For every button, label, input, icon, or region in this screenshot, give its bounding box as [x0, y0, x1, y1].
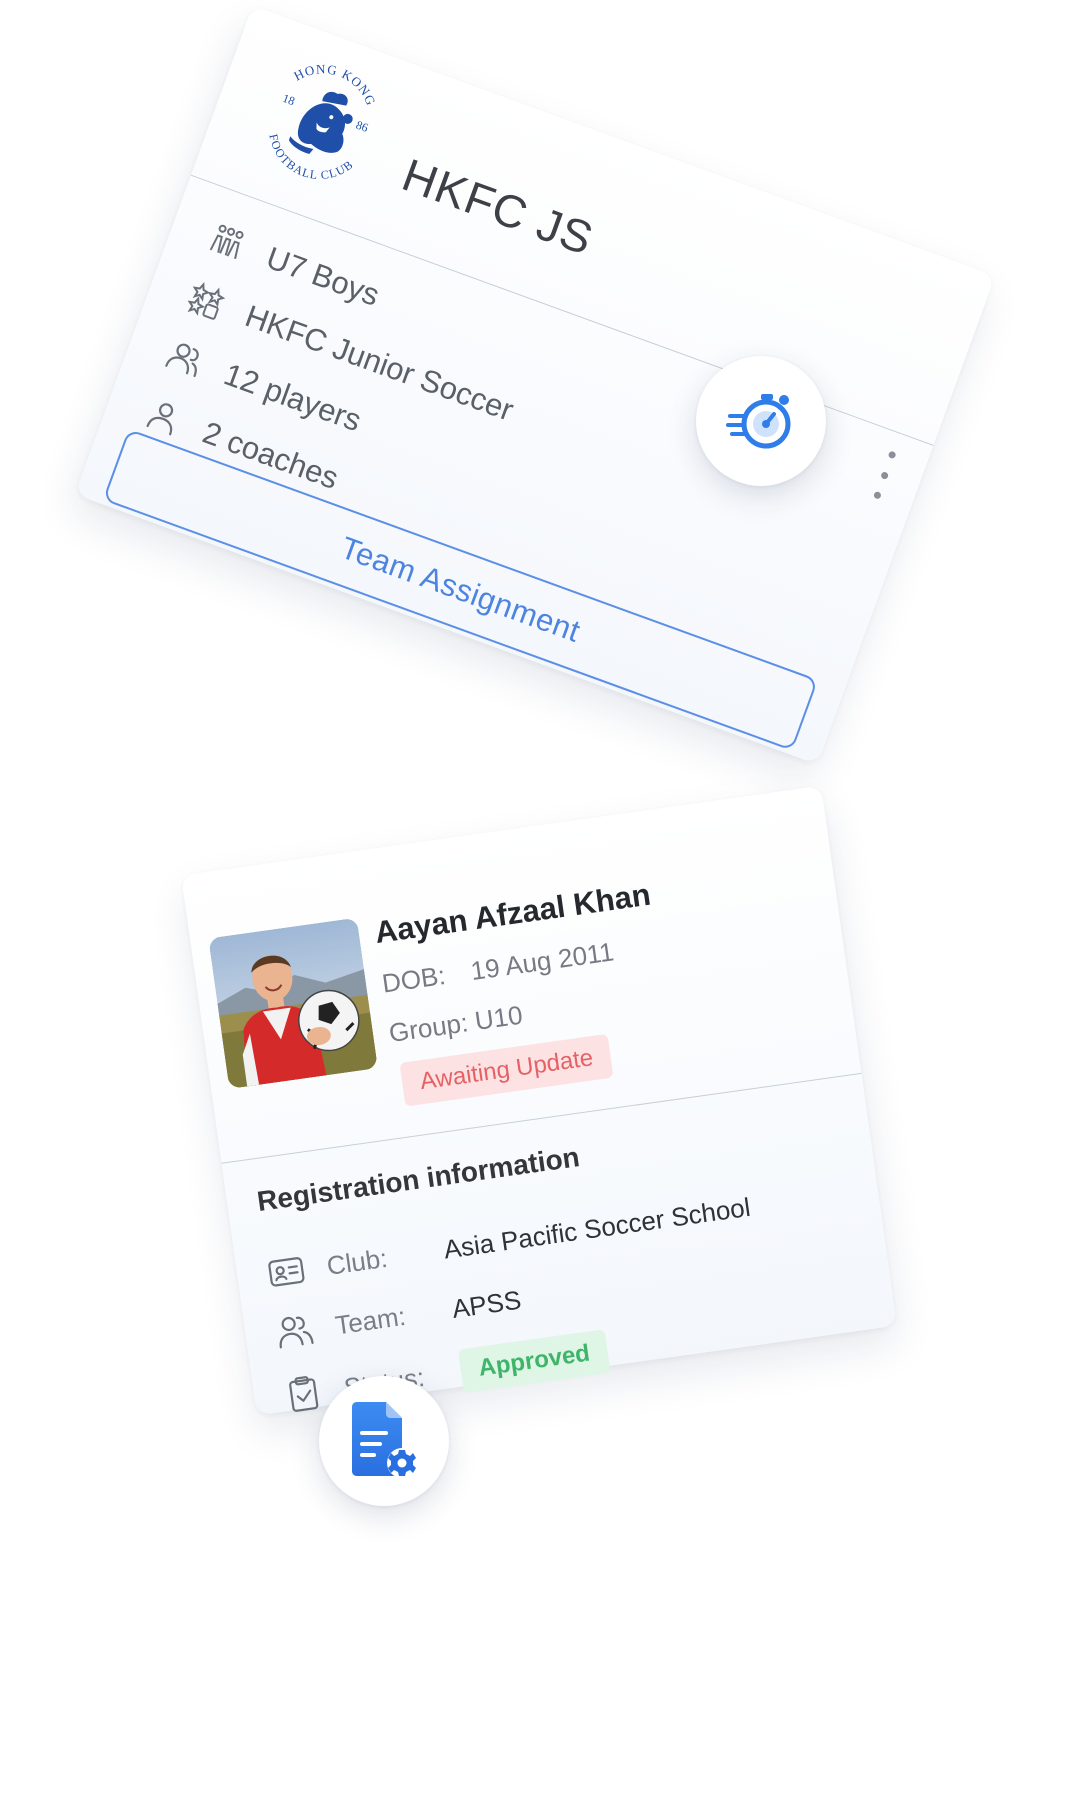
lion-crest-icon	[288, 91, 353, 154]
registration-team-row: Team: APSS	[273, 1281, 523, 1353]
children-icon	[209, 224, 244, 260]
player-dob: DOB: 19 Aug 2011	[380, 936, 616, 999]
document-badge[interactable]	[319, 1376, 449, 1506]
player-photo	[208, 917, 378, 1089]
clipboard-check-icon	[289, 1376, 319, 1412]
dob-value: 19 Aug 2011	[468, 936, 616, 987]
player-card[interactable]: Aayan Afzaal Khan DOB: 19 Aug 2011 Group:…	[181, 785, 897, 1416]
team-name: HKFC JS	[395, 148, 601, 266]
timer-badge[interactable]	[696, 356, 826, 486]
club-logo: HONG KONG FOOTBALL CLUB 18 86	[257, 49, 387, 195]
user-icon	[146, 403, 174, 436]
users-icon	[165, 343, 199, 378]
team-value: APSS	[450, 1284, 523, 1324]
dob-label: DOB:	[380, 959, 448, 999]
grid-stars-icon	[187, 281, 226, 320]
team-card[interactable]: HONG KONG FOOTBALL CLUB 18 86 HKFC JS U7…	[74, 5, 996, 765]
id-card-icon	[268, 1257, 305, 1287]
status-badge: Awaiting Update	[399, 1033, 614, 1107]
stopwatch-speed-icon	[726, 394, 791, 449]
player-group: Group: U10	[387, 999, 525, 1049]
team-label: Team:	[333, 1300, 408, 1340]
document-settings-icon	[352, 1402, 417, 1478]
more-vertical-icon[interactable]	[866, 448, 902, 502]
logo-year-left: 18	[281, 91, 297, 108]
approved-badge: Approved	[457, 1329, 611, 1394]
users-icon	[279, 1316, 314, 1349]
stage: HONG KONG FOOTBALL CLUB 18 86 HKFC JS U7…	[0, 0, 1089, 1815]
club-label: Club:	[324, 1242, 390, 1281]
club-value: Asia Pacific Soccer School	[441, 1191, 753, 1265]
registration-title: Registration information	[255, 1141, 582, 1218]
logo-year-right: 86	[354, 118, 370, 135]
